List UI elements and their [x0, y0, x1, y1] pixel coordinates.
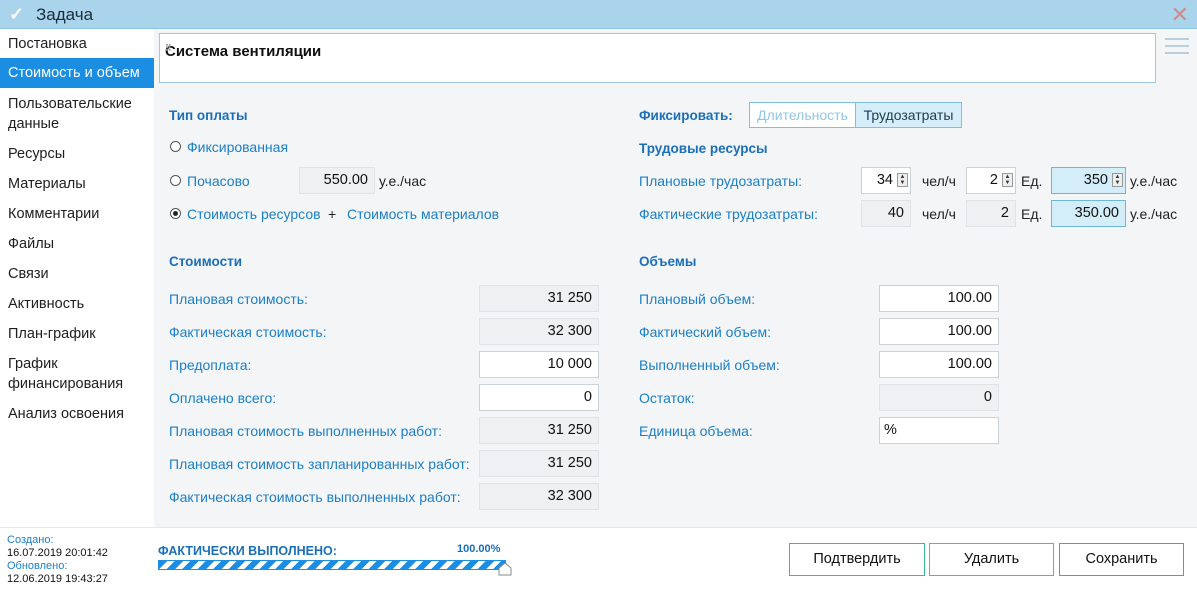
planned-cost-completed-label: Плановая стоимость выполненных работ: [169, 423, 442, 439]
main-panel [154, 29, 1197, 527]
updated-label: Обновлено: [7, 560, 68, 572]
actual-cost-field: 32 300 [479, 318, 599, 345]
remainder-label: Остаток: [639, 390, 695, 406]
sidebar-item-files[interactable]: Файлы [0, 234, 154, 254]
planned-cost-scheduled-label: Плановая стоимость запланированных работ… [169, 456, 470, 472]
sidebar-item-comments[interactable]: Комментарии [0, 204, 154, 224]
fix-duration-toggle[interactable]: Длительность [749, 102, 856, 128]
actual-units-field: 2 [966, 200, 1016, 227]
completed-volume-label: Выполненный объем: [639, 357, 780, 373]
planned-units-stepper-icon[interactable]: ▲ ▼ [1002, 173, 1013, 187]
planned-rate-value: 350 [1083, 172, 1108, 188]
progress-handle-icon[interactable] [498, 562, 512, 576]
planned-volume-label: Плановый объем: [639, 291, 756, 307]
planned-hours-unit: чел/ч [922, 173, 956, 189]
delete-button[interactable]: Удалить [929, 543, 1054, 576]
payment-hourly-label[interactable]: Почасово [187, 173, 250, 189]
actual-labor-label: Фактические трудозатраты: [639, 206, 818, 222]
actual-cost-completed-label: Фактическая стоимость выполненных работ: [169, 489, 461, 505]
paid-total-input[interactable]: 0 [479, 384, 599, 411]
actual-labor-field: 40 [861, 200, 911, 227]
planned-units-value: 2 [989, 172, 998, 188]
save-button[interactable]: Сохранить [1059, 543, 1184, 576]
plus-sign: + [328, 206, 337, 222]
actual-cost-label: Фактическая стоимость: [169, 324, 327, 340]
planned-rate-stepper-icon[interactable]: ▲ ▼ [1112, 173, 1123, 187]
radio-fixed[interactable] [170, 141, 181, 152]
sidebar: Постановка Стоимость и объем Пользовател… [0, 29, 154, 527]
created-date: 16.07.2019 20:01:42 [7, 547, 108, 559]
remainder-field: 0 [879, 384, 999, 411]
completed-volume-input[interactable]: 100.00 [879, 351, 999, 378]
volume-unit-label: Единица объема: [639, 423, 753, 439]
planned-cost-completed-field: 31 250 [479, 417, 599, 444]
materials-cost-label[interactable]: Стоимость материалов [347, 206, 499, 222]
progress-percent: 100.00% [457, 543, 501, 555]
close-icon[interactable]: ✕ [1171, 2, 1189, 28]
sidebar-item-financing[interactable]: График финансирования [0, 354, 154, 394]
sidebar-item-activity[interactable]: Активность [0, 294, 154, 314]
planned-labor-label: Плановые трудозатраты: [639, 173, 803, 189]
payment-type-header: Тип оплаты [169, 108, 248, 123]
actual-cost-completed-field: 32 300 [479, 483, 599, 510]
planned-cost-scheduled-field: 31 250 [479, 450, 599, 477]
volume-unit-input[interactable]: % [879, 417, 999, 444]
actual-units-label: Ед. [1021, 206, 1043, 222]
payment-fixed-label[interactable]: Фиксированная [187, 139, 288, 155]
paid-total-label: Оплачено всего: [169, 390, 277, 406]
actual-volume-input[interactable]: 100.00 [879, 318, 999, 345]
prepayment-input[interactable]: 10 000 [479, 351, 599, 378]
sidebar-item-setup[interactable]: Постановка [0, 34, 154, 54]
updated-date: 12.06.2019 19:43:27 [7, 573, 108, 585]
sidebar-item-resources[interactable]: Ресурсы [0, 144, 154, 164]
planned-cost-label: Плановая стоимость: [169, 291, 308, 307]
planned-cost-field: 31 250 [479, 285, 599, 312]
resize-grip-icon[interactable]: ⠿ [165, 43, 1152, 80]
window-title: Задача [36, 5, 94, 24]
radio-hourly[interactable] [170, 175, 181, 186]
planned-labor-stepper-icon[interactable]: ▲ ▼ [897, 173, 908, 187]
task-title-field[interactable]: Система вентиляции ⠿ [159, 33, 1156, 83]
hourly-unit: у.е./час [379, 173, 427, 189]
sidebar-item-cost-volume[interactable]: Стоимость и объем [0, 58, 154, 88]
costs-header: Стоимости [169, 254, 243, 269]
labor-resources-header: Трудовые ресурсы [639, 141, 768, 156]
planned-units-label: Ед. [1021, 173, 1043, 189]
progress-bar [158, 560, 506, 570]
created-label: Создано: [7, 534, 54, 546]
planned-volume-input[interactable]: 100.00 [879, 285, 999, 312]
fix-labor-toggle[interactable]: Трудозатраты [855, 102, 962, 128]
actual-volume-label: Фактический объем: [639, 324, 772, 340]
sidebar-item-user-data[interactable]: Пользовательские данные [0, 94, 154, 134]
planned-rate-input[interactable]: 350 ▲ ▼ [1051, 167, 1126, 194]
resources-cost-label[interactable]: Стоимость ресурсов [187, 206, 321, 222]
check-icon: ✓ [9, 4, 25, 24]
hourly-rate-field[interactable]: 550.00 [299, 167, 375, 194]
radio-resources-cost[interactable] [170, 208, 181, 219]
actual-rate-unit: у.е./час [1130, 206, 1178, 222]
planned-labor-input[interactable]: 34 ▲ ▼ [861, 167, 911, 194]
sidebar-item-schedule[interactable]: План-график [0, 324, 154, 344]
actual-rate-field: 350.00 [1051, 200, 1126, 227]
sidebar-item-earned-value[interactable]: Анализ освоения [0, 404, 154, 424]
actual-hours-unit: чел/ч [922, 206, 956, 222]
confirm-button[interactable]: Подтвердить [789, 543, 925, 576]
planned-labor-value: 34 [876, 172, 893, 188]
title-bar: ✓ Задача ✕ [0, 0, 1197, 29]
progress-label: ФАКТИЧЕСКИ ВЫПОЛНЕНО: [158, 544, 337, 558]
planned-rate-unit: у.е./час [1130, 173, 1178, 189]
menu-icon[interactable] [1165, 38, 1189, 56]
sidebar-item-materials[interactable]: Материалы [0, 174, 154, 194]
volumes-header: Объемы [639, 254, 697, 269]
sidebar-item-links[interactable]: Связи [0, 264, 154, 284]
fix-label: Фиксировать: [639, 108, 733, 123]
prepayment-label: Предоплата: [169, 357, 252, 373]
planned-units-input[interactable]: 2 ▲ ▼ [966, 167, 1016, 194]
